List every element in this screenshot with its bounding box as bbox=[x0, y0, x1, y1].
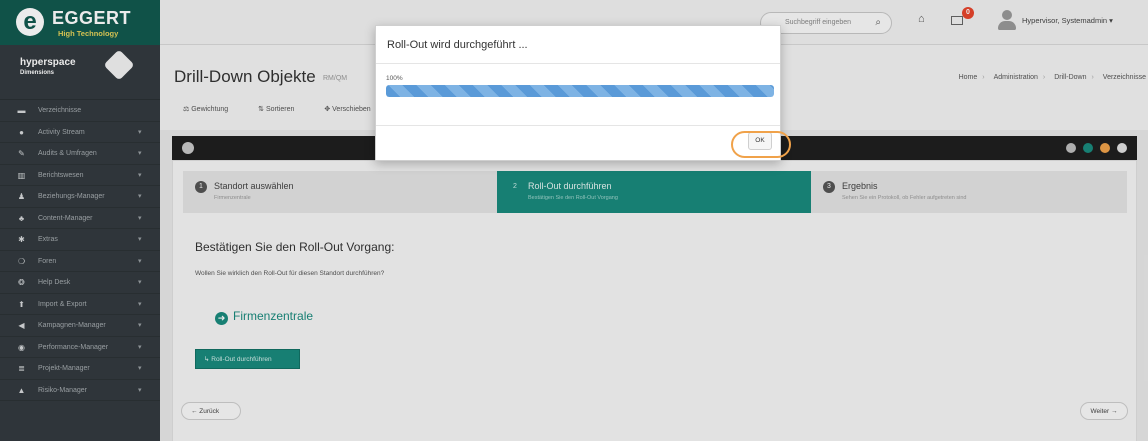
ok-highlight-ring bbox=[731, 131, 791, 158]
dialog-title: Roll-Out wird durchgeführt ... bbox=[387, 39, 528, 51]
dialog-body: 100% bbox=[376, 64, 780, 126]
progress-fill bbox=[386, 85, 774, 97]
progress-bar bbox=[386, 85, 774, 97]
progress-label: 100% bbox=[386, 75, 403, 82]
progress-dialog: Roll-Out wird durchgeführt ... 100% OK bbox=[375, 25, 781, 161]
dialog-header: Roll-Out wird durchgeführt ... bbox=[376, 26, 780, 64]
